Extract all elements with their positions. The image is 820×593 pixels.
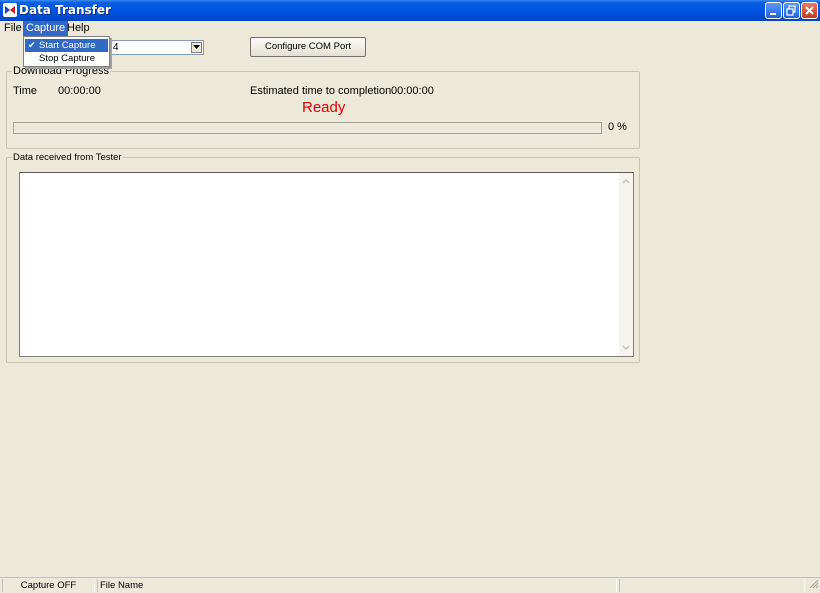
received-data-textarea[interactable]	[19, 172, 634, 357]
check-icon: ✔	[28, 40, 36, 50]
time-value: 00:00:00	[58, 85, 101, 97]
app-icon	[3, 3, 17, 17]
menu-item-label: Stop Capture	[39, 53, 95, 64]
menu-item-start-capture[interactable]: ✔ Start Capture	[25, 39, 108, 52]
restore-button[interactable]	[783, 2, 800, 19]
capture-menu: ✔ Start Capture Stop Capture	[23, 36, 110, 67]
vertical-scrollbar[interactable]	[619, 173, 633, 356]
menu-capture[interactable]: Capture	[23, 21, 69, 36]
title-bar[interactable]: Data Transfer	[0, 0, 820, 21]
progress-percent: 0 %	[608, 121, 627, 133]
resize-grip-icon[interactable]	[808, 578, 819, 592]
com-port-select[interactable]: 4	[109, 40, 204, 55]
eta-label: Estimated time to completion	[250, 85, 392, 97]
scroll-down-icon[interactable]	[620, 342, 632, 354]
menu-item-stop-capture[interactable]: Stop Capture	[25, 52, 108, 65]
window-title: Data Transfer	[19, 3, 111, 17]
menu-file[interactable]: File	[1, 21, 25, 36]
menu-help[interactable]: Help	[64, 21, 93, 36]
file-name-status: File Name	[97, 579, 617, 592]
eta-value: 00:00:00	[391, 85, 434, 97]
data-received-label: Data received from Tester	[12, 152, 123, 163]
status-text: Ready	[302, 99, 346, 116]
chevron-down-icon[interactable]	[191, 42, 202, 53]
close-button[interactable]	[801, 2, 818, 19]
time-label: Time	[13, 85, 38, 97]
com-port-value: 4	[113, 42, 119, 53]
status-bar: Capture OFF File Name	[0, 577, 820, 593]
menu-item-label: Start Capture	[39, 40, 96, 51]
minimize-button[interactable]	[765, 2, 782, 19]
progress-bar	[13, 122, 602, 134]
capture-status: Capture OFF	[2, 579, 95, 592]
menu-bar: File Capture Help	[0, 21, 820, 36]
scroll-up-icon[interactable]	[620, 175, 632, 187]
configure-com-port-button[interactable]: Configure COM Port	[250, 37, 366, 57]
status-panel-empty	[619, 579, 805, 592]
